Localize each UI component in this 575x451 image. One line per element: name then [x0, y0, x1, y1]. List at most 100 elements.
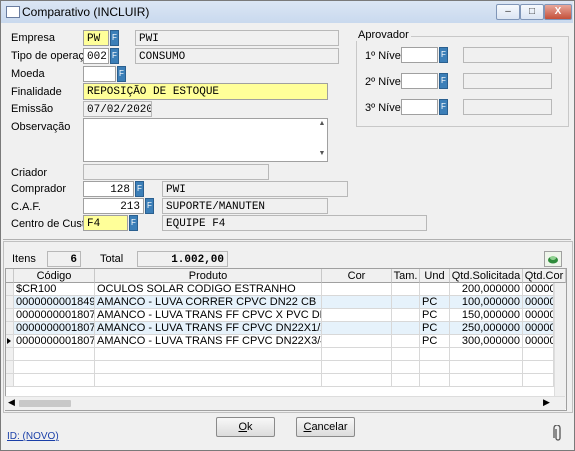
empresa-lookup-icon[interactable]: F — [110, 30, 119, 46]
cell-produto[interactable] — [95, 374, 322, 387]
cell-produto[interactable]: AMANCO - LUVA CORRER CPVC DN22 CB — [95, 296, 322, 309]
tipo-operacao-lookup-icon[interactable]: F — [110, 48, 119, 64]
finalidade-field[interactable]: REPOSIÇÃO DE ESTOQUE — [83, 83, 328, 100]
cell-qtd-solicitada[interactable] — [450, 348, 523, 361]
cell-tam[interactable] — [392, 335, 420, 348]
row-indicator[interactable] — [6, 322, 14, 335]
cell-tam[interactable] — [392, 374, 420, 387]
cell-cor[interactable] — [322, 296, 392, 309]
cell-cor[interactable] — [322, 361, 392, 374]
col-header-und[interactable]: Und — [420, 269, 450, 283]
items-grid[interactable]: Código Produto Cor Tam. Und Qtd.Solicita… — [5, 268, 567, 411]
tipo-operacao-code-field[interactable]: 002 — [83, 48, 109, 64]
cell-qtd-cor[interactable] — [523, 374, 554, 387]
col-header-tam[interactable]: Tam. — [392, 269, 420, 283]
comprador-code-field[interactable]: 128 — [83, 181, 134, 197]
cell-und[interactable] — [420, 283, 450, 296]
cell-codigo[interactable] — [14, 374, 95, 387]
cell-tam[interactable] — [392, 348, 420, 361]
cell-codigo[interactable]: 00000000018496 — [14, 296, 95, 309]
paperclip-icon[interactable] — [553, 424, 563, 443]
cell-produto[interactable] — [95, 361, 322, 374]
cell-codigo[interactable]: 00000000018076 — [14, 335, 95, 348]
cell-qtd-cor[interactable]: 000000 — [523, 296, 554, 309]
col-header-qtd-solicitada[interactable]: Qtd.Solicitada — [450, 269, 523, 283]
cell-tam[interactable] — [392, 283, 420, 296]
cell-qtd-solicitada[interactable]: 150,000000 — [450, 309, 523, 322]
cell-qtd-cor[interactable]: 000000 — [523, 309, 554, 322]
cell-produto[interactable]: AMANCO - LUVA TRANS FF CPVC DN22X1/2 ISO… — [95, 322, 322, 335]
comprador-lookup-icon[interactable]: F — [135, 181, 144, 197]
cell-cor[interactable] — [322, 309, 392, 322]
cell-qtd-solicitada[interactable]: 300,000000 — [450, 335, 523, 348]
row-indicator[interactable] — [6, 309, 14, 322]
cell-qtd-cor[interactable]: 000000 — [523, 283, 554, 296]
col-header-produto[interactable]: Produto — [95, 269, 322, 283]
minimize-button[interactable]: – — [496, 4, 520, 20]
cell-cor[interactable] — [322, 335, 392, 348]
centro-custo-code-field[interactable]: F4 — [83, 215, 128, 231]
scroll-right-arrow[interactable]: ▶ — [543, 397, 550, 408]
ok-button[interactable]: Ok — [216, 417, 275, 437]
cell-und[interactable]: PC — [420, 335, 450, 348]
cell-produto[interactable]: AMANCO - LUVA TRANS FF CPVC DN22X3/4 ISO… — [95, 335, 322, 348]
col-header-qtd-cor[interactable]: Qtd.Cor — [523, 269, 566, 283]
cell-qtd-solicitada[interactable]: 250,000000 — [450, 322, 523, 335]
observacao-scrollbar[interactable]: ▲ ▼ — [317, 119, 327, 161]
row-indicator[interactable] — [6, 348, 14, 361]
scroll-left-arrow[interactable]: ◀ — [8, 397, 15, 408]
cell-und[interactable]: PC — [420, 309, 450, 322]
cell-codigo[interactable] — [14, 348, 95, 361]
aprovador-level-3-code-field[interactable] — [401, 99, 438, 115]
aprovador-level-2-code-field[interactable] — [401, 73, 438, 89]
cell-codigo[interactable]: 00000000018073 — [14, 309, 95, 322]
cell-qtd-solicitada[interactable]: 100,000000 — [450, 296, 523, 309]
caf-lookup-icon[interactable]: F — [145, 198, 154, 214]
cell-qtd-cor[interactable]: 000000 — [523, 322, 554, 335]
moeda-lookup-icon[interactable]: F — [117, 66, 126, 82]
caf-code-field[interactable]: 213 — [83, 198, 144, 214]
cell-tam[interactable] — [392, 296, 420, 309]
row-indicator[interactable] — [6, 296, 14, 309]
cell-cor[interactable] — [322, 374, 392, 387]
cell-und[interactable] — [420, 348, 450, 361]
excel-export-icon[interactable] — [544, 251, 562, 267]
aprovador-level-1-code-field[interactable] — [401, 47, 438, 63]
cell-und[interactable] — [420, 361, 450, 374]
cell-produto[interactable] — [95, 348, 322, 361]
aprovador-level-1-lookup-icon[interactable]: F — [439, 47, 448, 63]
row-indicator[interactable] — [6, 361, 14, 374]
id-link[interactable]: ID: (NOVO) — [7, 431, 59, 442]
maximize-button[interactable]: □ — [520, 4, 544, 20]
aprovador-level-2-lookup-icon[interactable]: F — [439, 73, 448, 89]
aprovador-level-3-lookup-icon[interactable]: F — [439, 99, 448, 115]
col-header-codigo[interactable]: Código — [14, 269, 95, 283]
cell-qtd-solicitada[interactable] — [450, 361, 523, 374]
cell-produto[interactable]: OCULOS SOLAR CODIGO ESTRANHO — [95, 283, 322, 296]
cell-und[interactable]: PC — [420, 296, 450, 309]
cell-codigo[interactable]: $CR100 — [14, 283, 95, 296]
cell-cor[interactable] — [322, 348, 392, 361]
cell-qtd-solicitada[interactable]: 200,000000 — [450, 283, 523, 296]
cell-qtd-cor[interactable] — [523, 361, 554, 374]
row-indicator[interactable] — [6, 374, 14, 387]
centro-custo-lookup-icon[interactable]: F — [129, 215, 138, 231]
grid-vertical-scrollbar[interactable] — [554, 283, 566, 409]
grid-horizontal-scrollbar[interactable]: ◀ ▶ — [5, 396, 565, 410]
cell-codigo[interactable]: 00000000018075 — [14, 322, 95, 335]
close-button[interactable]: X — [544, 4, 572, 20]
cell-cor[interactable] — [322, 322, 392, 335]
cell-produto[interactable]: AMANCO - LUVA TRANS FF CPVC X PVC DN22X2… — [95, 309, 322, 322]
cell-und[interactable]: PC — [420, 322, 450, 335]
cell-tam[interactable] — [392, 309, 420, 322]
cell-qtd-cor[interactable]: 000000 — [523, 335, 554, 348]
cell-qtd-cor[interactable] — [523, 348, 554, 361]
cell-qtd-solicitada[interactable] — [450, 374, 523, 387]
cancel-button[interactable]: Cancelar — [296, 417, 355, 437]
empresa-code-field[interactable]: PW — [83, 30, 109, 46]
cell-codigo[interactable] — [14, 361, 95, 374]
scroll-thumb[interactable] — [19, 400, 71, 407]
cell-cor[interactable] — [322, 283, 392, 296]
cell-und[interactable] — [420, 374, 450, 387]
row-indicator[interactable] — [6, 283, 14, 296]
